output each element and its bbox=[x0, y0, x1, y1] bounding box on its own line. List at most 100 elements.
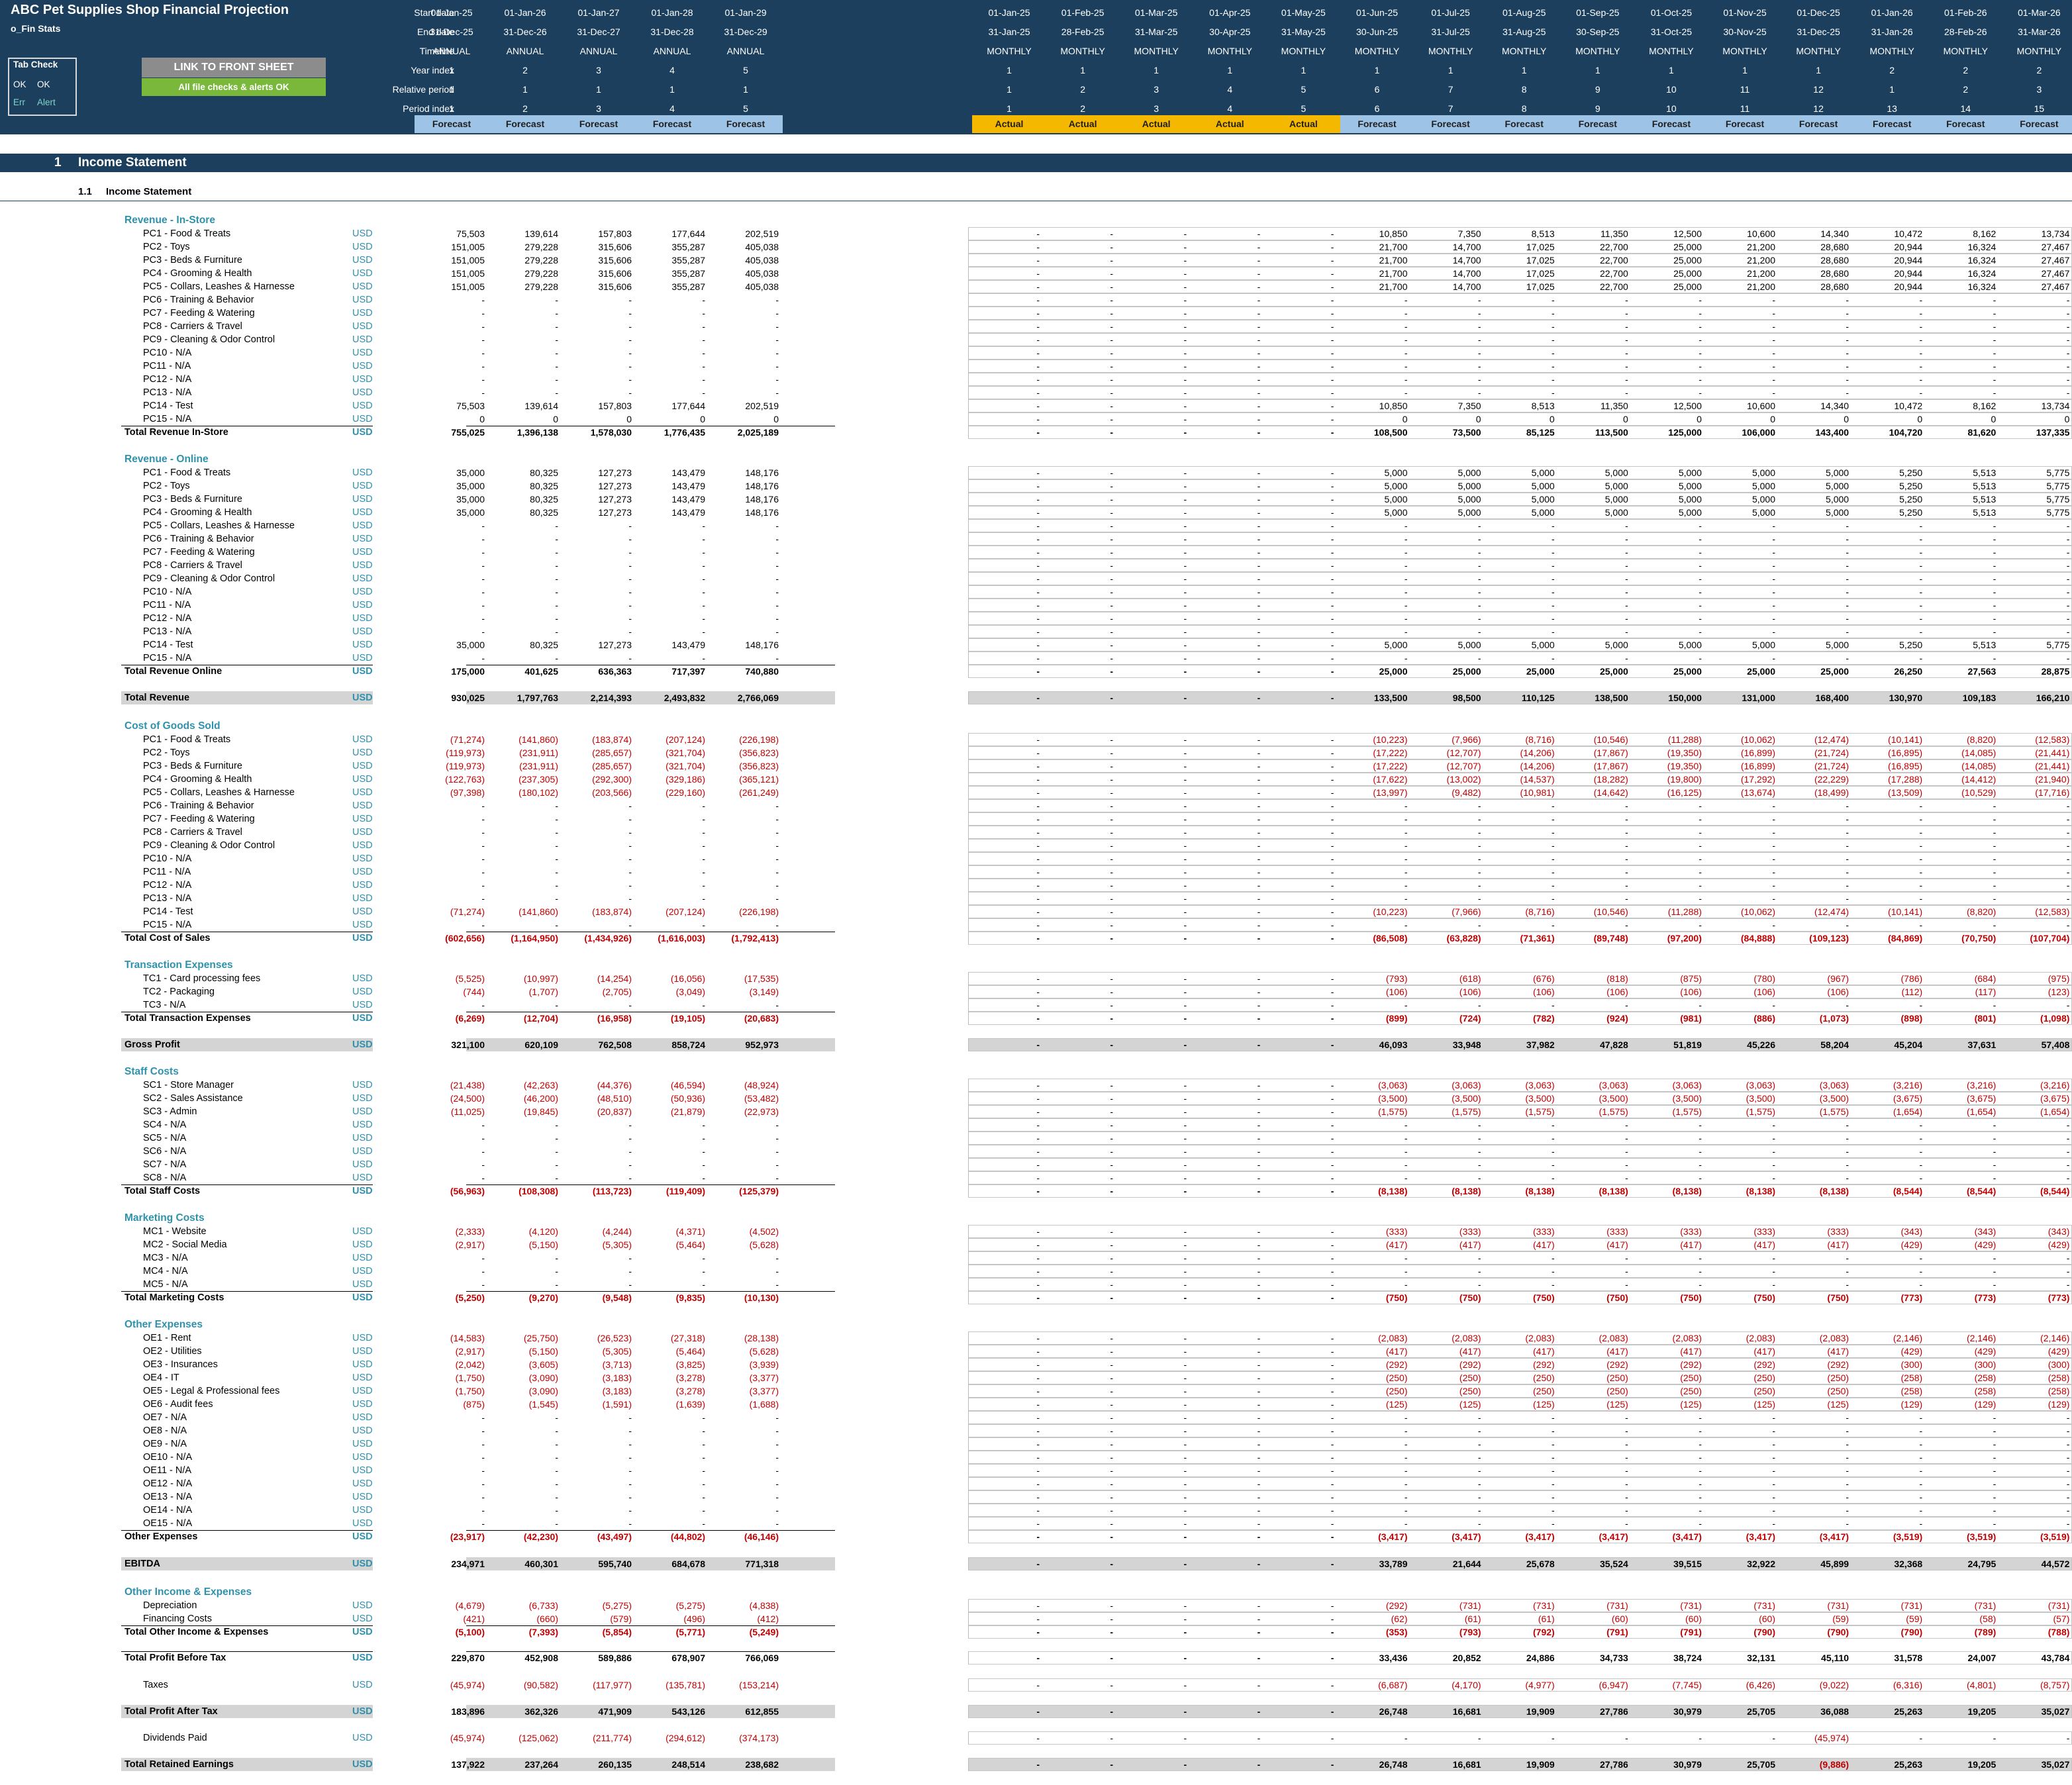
annual-value-cell: (44,802) bbox=[670, 1531, 705, 1542]
annual-value-cell: (3,605) bbox=[528, 1359, 558, 1370]
row-label: SC6 - N/A bbox=[143, 1146, 187, 1157]
unit-label: USD bbox=[352, 560, 373, 571]
annual-value-cell: - bbox=[702, 295, 705, 305]
annual-value-cell: - bbox=[775, 626, 779, 637]
monthly-rel-cell: 1 bbox=[1007, 84, 1012, 95]
annual-value-cell: - bbox=[555, 853, 558, 864]
annual-value-cell: 148,176 bbox=[745, 481, 779, 491]
total-rule bbox=[121, 1291, 373, 1292]
annual-value-cell: (141,860) bbox=[518, 906, 558, 917]
annual-value-cell: 127,273 bbox=[598, 494, 632, 505]
annual-value-cell: (602,656) bbox=[445, 933, 485, 943]
annual-value-cell: - bbox=[555, 867, 558, 877]
monthly-cell-border bbox=[968, 1345, 2072, 1358]
monthly-cell-border bbox=[968, 865, 2072, 879]
annual-value-cell: - bbox=[775, 534, 779, 544]
annual-value-cell: 0 bbox=[700, 414, 705, 424]
row-label: OE4 - IT bbox=[143, 1373, 179, 1383]
monthly-cell-border bbox=[968, 1278, 2072, 1291]
monthly-cell-border bbox=[968, 1451, 2072, 1464]
annual-value-cell: 260,135 bbox=[598, 1759, 632, 1770]
annual-value-cell: - bbox=[555, 600, 558, 610]
monthly-cell-border bbox=[968, 1557, 2072, 1570]
unit-label: USD bbox=[352, 1518, 373, 1529]
annual-value-cell: (5,150) bbox=[528, 1346, 558, 1357]
row-label: TC3 - N/A bbox=[143, 1000, 186, 1010]
unit-label: USD bbox=[352, 1627, 373, 1637]
annual-value-cell: - bbox=[702, 1465, 705, 1476]
annual-value-cell: (44,376) bbox=[597, 1080, 632, 1090]
row-label: MC4 - N/A bbox=[143, 1266, 188, 1277]
annual-value-cell: (28,138) bbox=[744, 1333, 779, 1343]
row-label: PC13 - N/A bbox=[143, 387, 192, 398]
total-rule bbox=[466, 1530, 835, 1531]
annual-value-cell: (2,042) bbox=[455, 1359, 485, 1370]
monthly-cell-border bbox=[968, 599, 2072, 612]
unit-label: USD bbox=[352, 1559, 373, 1569]
monthly-cell-border bbox=[968, 812, 2072, 826]
monthly-status-cell: Forecast bbox=[1634, 115, 1708, 133]
monthly-cell-border bbox=[968, 1651, 2072, 1664]
monthly-timeline-cell: MONTHLY bbox=[1354, 46, 1400, 56]
monthly-cell-border bbox=[968, 665, 2072, 678]
annual-value-cell: - bbox=[775, 1000, 779, 1010]
annual-value-cell: - bbox=[555, 534, 558, 544]
row-label: OE11 - N/A bbox=[143, 1465, 192, 1476]
row-label: OE3 - Insurances bbox=[143, 1359, 218, 1370]
annual-value-cell: 157,803 bbox=[598, 228, 632, 239]
unit-label: USD bbox=[352, 1106, 373, 1117]
annual-value-cell: (42,263) bbox=[523, 1080, 558, 1090]
monthly-cell-border bbox=[968, 293, 2072, 307]
annual-value-cell: - bbox=[555, 1253, 558, 1263]
annual-value-cell: (231,911) bbox=[519, 761, 558, 771]
row-label: PC2 - Toys bbox=[143, 481, 190, 491]
monthly-cell-border bbox=[968, 733, 2072, 746]
annual-value-cell: - bbox=[775, 520, 779, 531]
monthly-end-cell: 30-Apr-25 bbox=[1209, 26, 1251, 37]
monthly-end-cell: 31-Jul-25 bbox=[1431, 26, 1470, 37]
monthly-cell-border bbox=[968, 1731, 2072, 1745]
annual-value-cell: 1,776,435 bbox=[664, 427, 705, 438]
annual-value-cell: (153,214) bbox=[739, 1680, 779, 1690]
annual-rel-cell: 1 bbox=[669, 84, 675, 95]
sheet-name: o_Fin Stats bbox=[11, 23, 61, 34]
annual-value-cell: - bbox=[628, 867, 632, 877]
row-label: PC8 - Carriers & Travel bbox=[143, 827, 242, 838]
annual-value-cell: (119,973) bbox=[446, 761, 485, 771]
annual-value-cell: (3,090) bbox=[528, 1386, 558, 1396]
annual-value-cell: (5,150) bbox=[528, 1239, 558, 1250]
unit-label: USD bbox=[352, 1133, 373, 1143]
annual-value-cell: - bbox=[481, 534, 485, 544]
annual-value-cell: (5,854) bbox=[602, 1627, 632, 1637]
unit-label: USD bbox=[352, 1439, 373, 1449]
annual-value-cell: 771,318 bbox=[745, 1559, 779, 1569]
annual-value-cell: 315,606 bbox=[598, 255, 632, 265]
annual-value-cell: 1,797,763 bbox=[517, 693, 558, 703]
annual-value-cell: 471,909 bbox=[598, 1706, 632, 1717]
annual-value-cell: (22,973) bbox=[744, 1106, 779, 1117]
monthly-end-cell: 31-Dec-25 bbox=[1797, 26, 1840, 37]
annual-value-cell: (3,278) bbox=[675, 1373, 705, 1383]
annual-value-cell: (1,434,926) bbox=[584, 933, 632, 943]
monthly-cell-border bbox=[968, 559, 2072, 572]
annual-value-cell: 0 bbox=[626, 414, 632, 424]
monthly-cell-border bbox=[968, 691, 2072, 704]
annual-value-cell: - bbox=[628, 1159, 632, 1170]
annual-status-cell: Forecast bbox=[562, 115, 636, 133]
unit-label: USD bbox=[352, 1465, 373, 1476]
annual-value-cell: (4,371) bbox=[675, 1226, 705, 1237]
row-label: PC4 - Grooming & Health bbox=[143, 268, 252, 279]
annual-value-cell: - bbox=[775, 1120, 779, 1130]
annual-value-cell: - bbox=[628, 1439, 632, 1449]
annual-value-cell: 234,971 bbox=[451, 1559, 485, 1569]
annual-value-cell: 151,005 bbox=[451, 255, 485, 265]
row-label: Staff Costs bbox=[124, 1066, 179, 1077]
annual-value-cell: 148,176 bbox=[745, 507, 779, 518]
annual-value-cell: 355,287 bbox=[671, 268, 705, 279]
annual-value-cell: (180,102) bbox=[518, 787, 558, 798]
unit-label: USD bbox=[352, 507, 373, 518]
annual-value-cell: (21,879) bbox=[670, 1106, 705, 1117]
monthly-rel-cell: 5 bbox=[1301, 84, 1307, 95]
unit-label: USD bbox=[352, 1013, 373, 1024]
annual-value-cell: (45,974) bbox=[450, 1733, 485, 1743]
